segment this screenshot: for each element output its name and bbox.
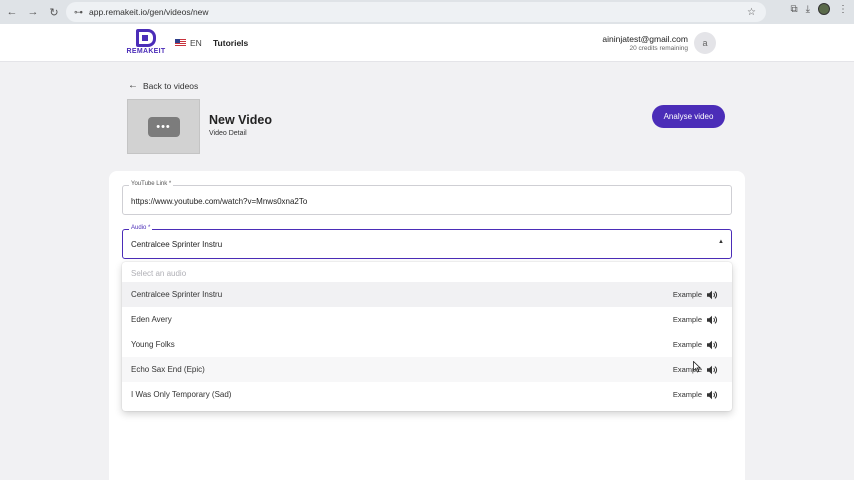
audio-option-name: I Was Only Temporary (Sad) (131, 390, 232, 399)
browser-back-icon[interactable]: ← (3, 3, 21, 21)
audio-option[interactable]: Eden Avery Example (122, 307, 732, 332)
site-settings-icon[interactable]: ⊶ (74, 7, 83, 18)
credits-remaining: 20 credits remaining (629, 45, 688, 52)
analyse-video-button[interactable]: Analyse video (652, 105, 725, 128)
browser-toolbar: ← → ↻ ⊶ app.remakeit.io/gen/videos/new ☆… (0, 0, 854, 24)
back-to-videos-link[interactable]: ← Back to videos (128, 80, 198, 91)
example-play-button[interactable]: Example (673, 315, 718, 325)
speaker-icon (707, 290, 718, 300)
address-bar[interactable]: ⊶ app.remakeit.io/gen/videos/new ☆ (66, 2, 766, 22)
example-label: Example (672, 340, 702, 349)
audio-option-name: Young Folks (131, 340, 175, 349)
audio-select[interactable]: Audio * Centralcee Sprinter Instru ▲ (122, 225, 732, 259)
back-link-label: Back to videos (143, 80, 199, 91)
speaker-icon (707, 315, 718, 325)
us-flag-icon (175, 39, 186, 47)
download-icon[interactable]: ⤓ (806, 4, 810, 15)
caret-up-icon[interactable]: ▲ (718, 239, 724, 245)
example-play-button[interactable]: Example (673, 390, 718, 400)
audio-option-name: Centralcee Sprinter Instru (131, 290, 223, 299)
dropdown-placeholder: Select an audio (131, 269, 187, 278)
example-label: Example (672, 290, 702, 299)
bookmark-star-icon[interactable]: ☆ (747, 7, 756, 18)
browser-menu-icon[interactable]: ⋮ (838, 4, 848, 15)
language-selector[interactable]: EN (175, 38, 202, 48)
audio-option[interactable]: Centralcee Sprinter Instru Example (122, 282, 732, 307)
example-label: Example (672, 315, 702, 324)
speaker-icon (707, 340, 718, 350)
example-play-button[interactable]: Example (673, 340, 718, 350)
reload-icon[interactable]: ↻ (45, 3, 63, 21)
remakeit-logo[interactable]: REMAKEIT (124, 29, 168, 59)
page-subtitle: Video Detail (209, 130, 247, 137)
extensions-icon[interactable]: ⧉ (790, 4, 797, 15)
user-email: aininjatest@gmail.com (602, 34, 688, 44)
logo-text: REMAKEIT (126, 48, 166, 55)
page-title: New Video (209, 113, 272, 127)
url-text: app.remakeit.io/gen/videos/new (89, 7, 209, 17)
example-play-button[interactable]: Example (673, 290, 718, 300)
logo-mark-icon (136, 29, 156, 47)
audio-option[interactable]: Young Folks Example (122, 332, 732, 357)
app-header: REMAKEIT EN Tutoriels aininjatest@gmail.… (0, 24, 854, 62)
video-thumbnail: ••• (127, 99, 200, 154)
audio-option[interactable]: Echo Sax End (Epic) Example (122, 357, 732, 382)
profile-avatar-icon[interactable] (818, 3, 830, 15)
mouse-cursor-icon (693, 361, 701, 373)
audio-option-name: Echo Sax End (Epic) (131, 365, 205, 374)
user-info: aininjatest@gmail.com 20 credits remaini… (602, 34, 688, 52)
audio-option-name: Eden Avery (131, 315, 172, 324)
arrow-left-icon: ← (128, 80, 138, 91)
speaker-icon (707, 390, 718, 400)
audio-selected-value: Centralcee Sprinter Instru (131, 240, 223, 249)
more-dots-icon: ••• (147, 116, 180, 137)
user-avatar[interactable]: a (694, 32, 716, 54)
audio-option[interactable]: I Was Only Temporary (Sad) Example (122, 382, 732, 407)
youtube-link-label: YouTube Link * (129, 181, 174, 187)
audio-label: Audio * (129, 225, 153, 231)
browser-forward-icon[interactable]: → (24, 3, 42, 21)
youtube-link-field[interactable]: YouTube Link * https://www.youtube.com/w… (122, 181, 732, 215)
speaker-icon (707, 365, 718, 375)
tutorials-link[interactable]: Tutoriels (213, 38, 248, 48)
audio-dropdown-menu: Select an audio Centralcee Sprinter Inst… (122, 262, 732, 411)
language-code: EN (190, 38, 202, 48)
example-label: Example (672, 390, 702, 399)
youtube-link-value[interactable]: https://www.youtube.com/watch?v=Mnws0xna… (131, 197, 307, 206)
